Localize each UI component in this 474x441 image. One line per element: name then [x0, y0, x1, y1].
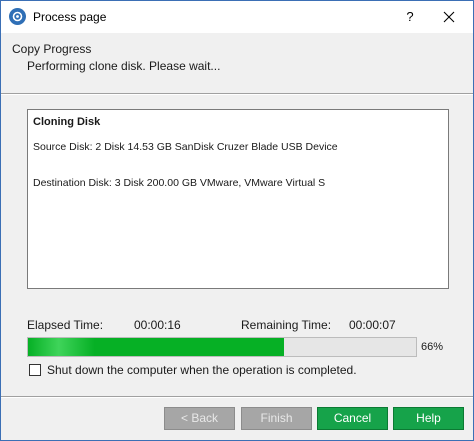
- cloning-info-box: Cloning Disk Source Disk: 2 Disk 14.53 G…: [27, 109, 449, 289]
- header-area: Copy Progress Performing clone disk. Ple…: [1, 33, 473, 91]
- titlebar-close-button[interactable]: [431, 5, 467, 29]
- destination-disk-text: Destination Disk: 3 Disk 200.00 GB VMwar…: [33, 177, 326, 189]
- app-logo-icon: [9, 8, 26, 25]
- elapsed-time-label: Elapsed Time:: [27, 318, 104, 332]
- back-button[interactable]: < Back: [164, 407, 235, 430]
- finish-button[interactable]: Finish: [241, 407, 312, 430]
- footer-divider: [1, 396, 473, 398]
- progress-bar-fill: [28, 338, 284, 356]
- source-disk-text: Source Disk: 2 Disk 14.53 GB SanDisk Cru…: [33, 141, 338, 153]
- header-title: Copy Progress: [12, 42, 92, 56]
- header-divider: [1, 93, 473, 95]
- titlebar-help-button[interactable]: ?: [398, 7, 422, 27]
- progress-bar: [27, 337, 417, 357]
- process-window: Process page ? Copy Progress Performing …: [0, 0, 474, 441]
- title-bar[interactable]: Process page ?: [1, 1, 473, 33]
- help-button[interactable]: Help: [393, 407, 464, 430]
- elapsed-time-value: 00:00:16: [134, 318, 181, 332]
- cancel-button[interactable]: Cancel: [317, 407, 388, 430]
- progress-percent: 66%: [421, 341, 444, 353]
- window-title: Process page: [33, 10, 107, 24]
- shutdown-checkbox[interactable]: [29, 364, 41, 376]
- remaining-time-value: 00:00:07: [349, 318, 396, 332]
- shutdown-checkbox-label[interactable]: Shut down the computer when the operatio…: [47, 363, 357, 377]
- header-subtitle: Performing clone disk. Please wait...: [27, 59, 221, 73]
- remaining-time-label: Remaining Time:: [241, 318, 332, 332]
- cloning-title: Cloning Disk: [33, 116, 101, 128]
- close-icon: [443, 11, 455, 23]
